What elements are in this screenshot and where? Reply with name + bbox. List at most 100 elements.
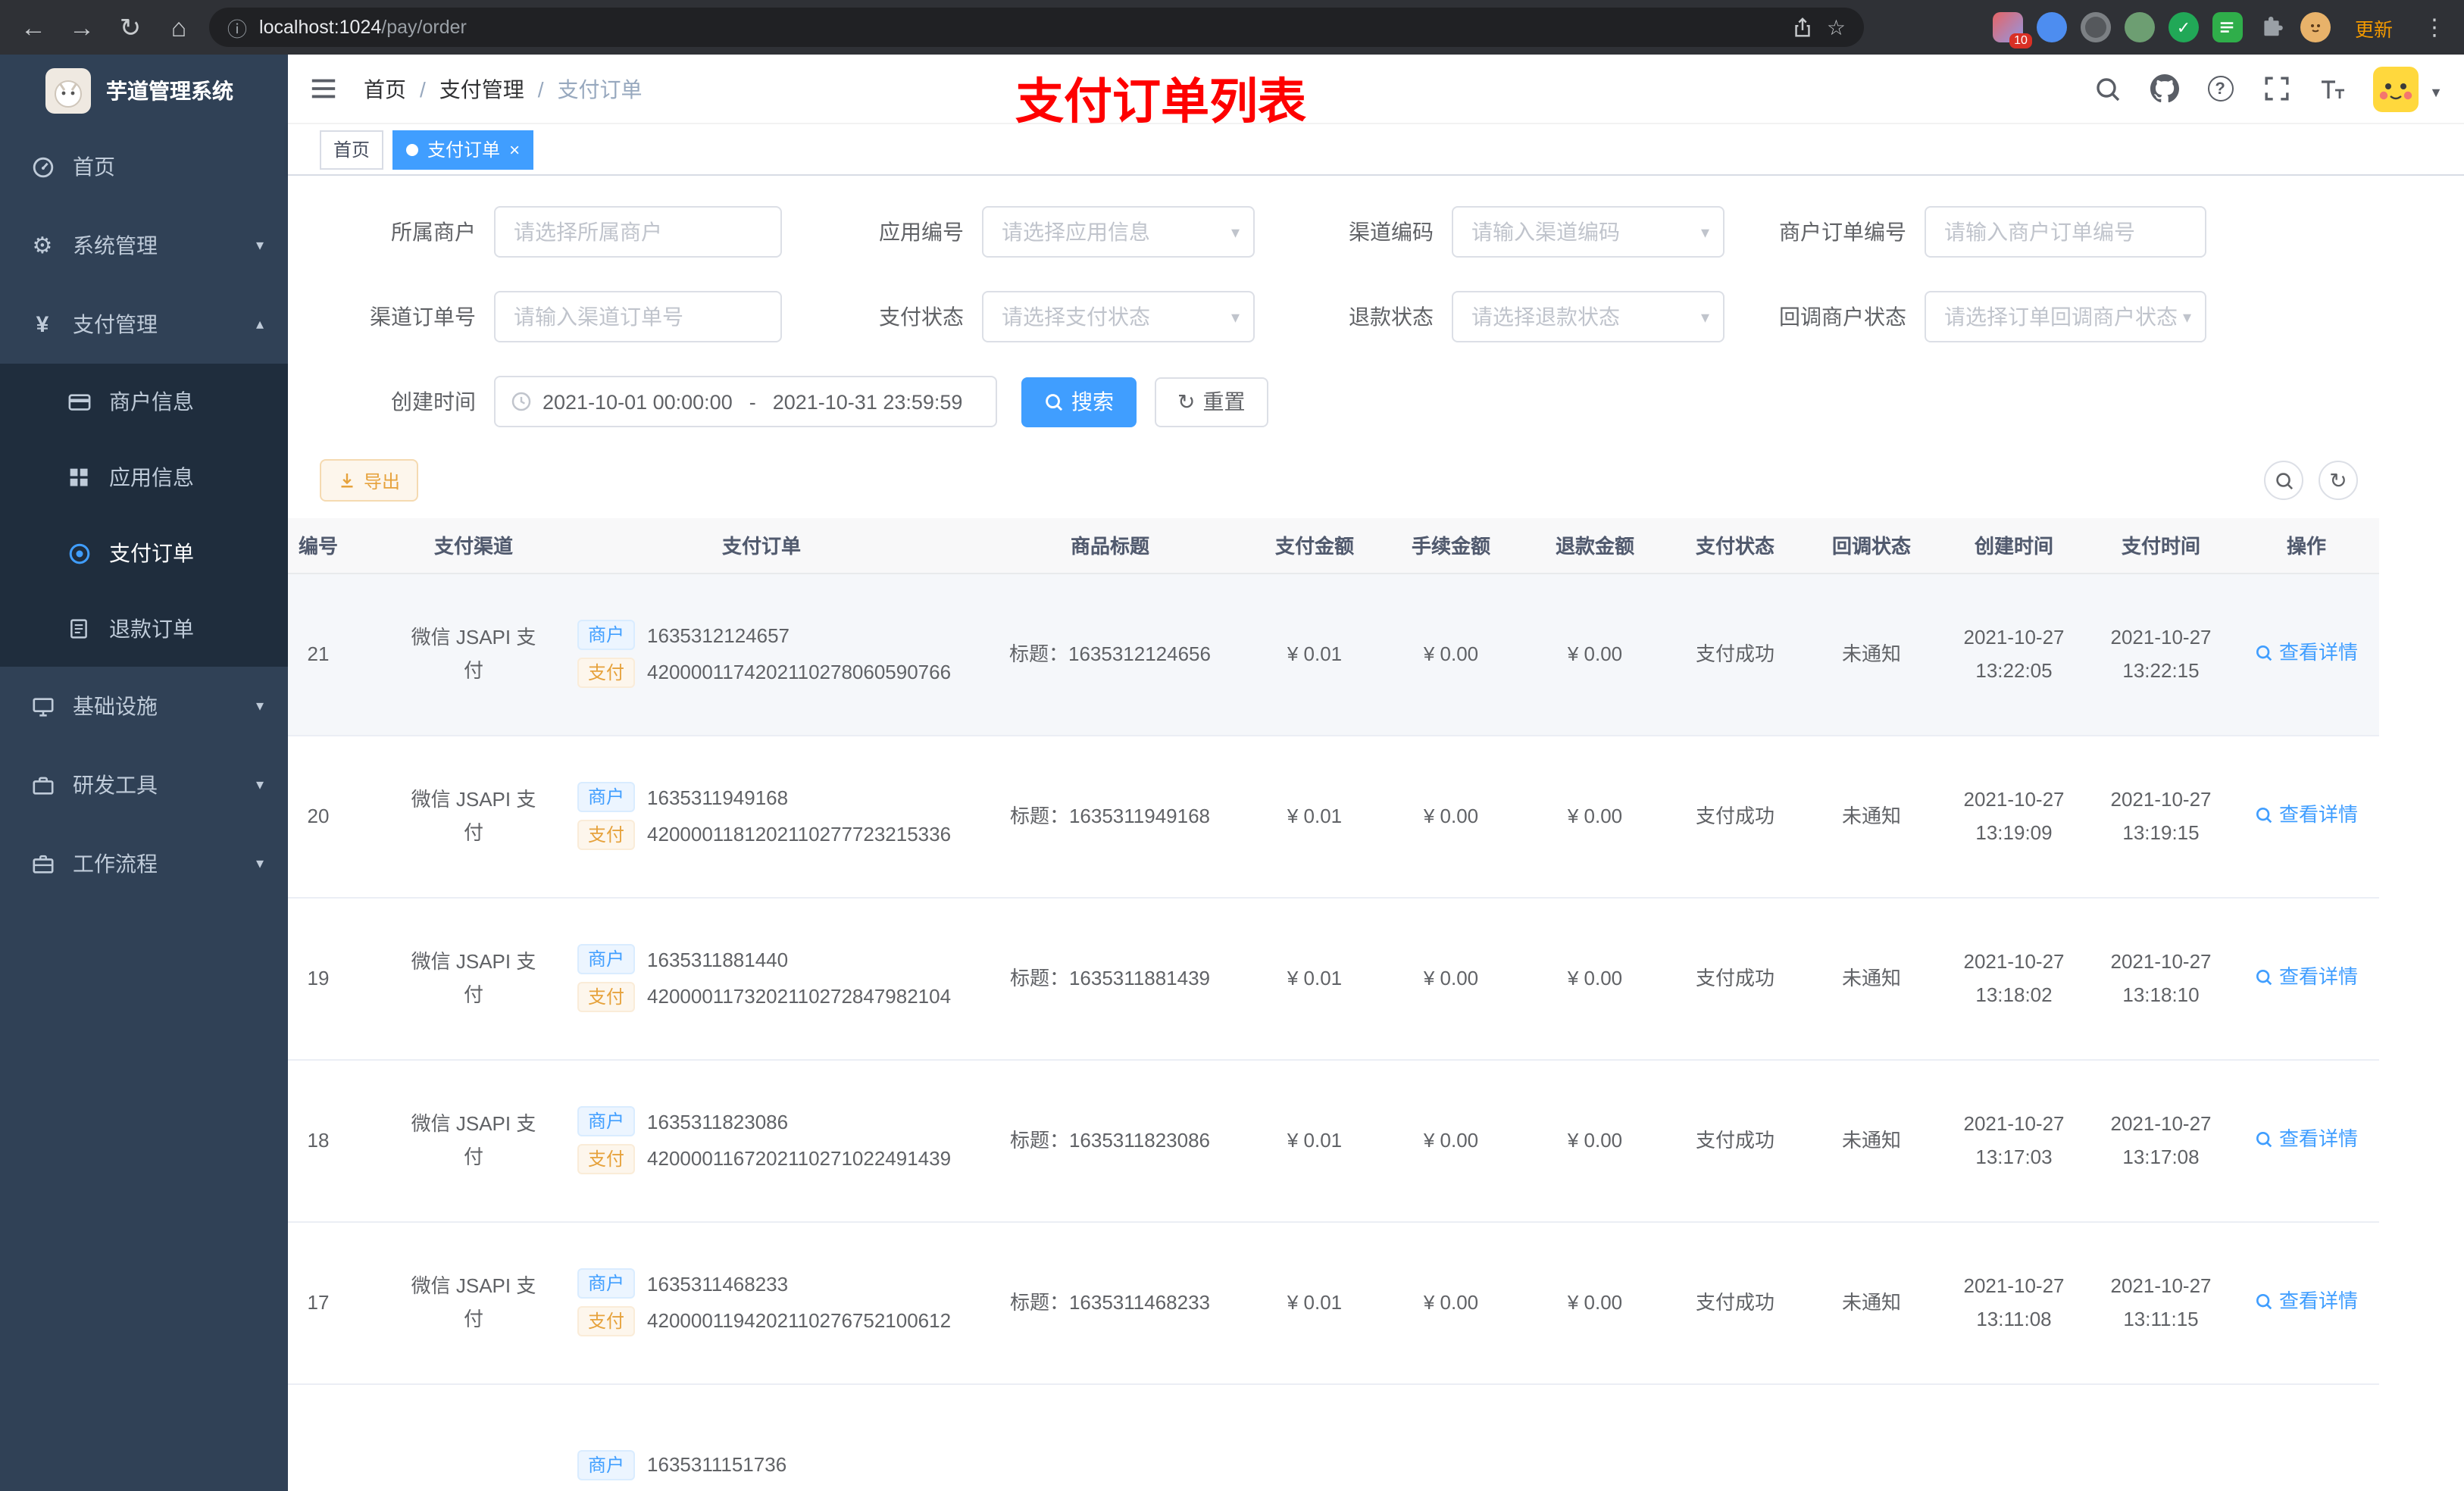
back-icon[interactable]: ← xyxy=(12,6,55,48)
search-button[interactable]: 搜索 xyxy=(1021,377,1137,427)
merchant-tag: 商户 xyxy=(577,620,636,651)
search-icon[interactable] xyxy=(2093,73,2123,104)
sidebar-item-infrastructure[interactable]: 基础设施 ▾ xyxy=(0,667,288,746)
cell-notify: 未通知 xyxy=(1803,897,1940,1060)
sidebar-item-pay-order[interactable]: 支付订单 xyxy=(0,515,288,591)
tab-home[interactable]: 首页 xyxy=(320,130,384,169)
merchant-order-no-input[interactable] xyxy=(1925,206,2206,258)
forward-icon[interactable]: → xyxy=(61,6,103,48)
breadcrumb-separator: / xyxy=(420,77,426,101)
merchant-tag: 商户 xyxy=(577,1268,636,1299)
extension-icon-4[interactable] xyxy=(2124,12,2155,42)
view-detail-link[interactable]: 查看详情 xyxy=(2255,799,2358,831)
browser-menu-icon[interactable]: ⋮ xyxy=(2417,14,2452,41)
user-avatar[interactable] xyxy=(2373,66,2419,111)
cell-create-time: 2021-10-27 13:17:03 xyxy=(1940,1059,2088,1222)
export-button[interactable]: 导出 xyxy=(320,459,419,502)
close-tab-icon[interactable]: × xyxy=(509,140,520,158)
extension-icon-6[interactable] xyxy=(2212,12,2243,42)
extension-icon-3[interactable] xyxy=(2080,12,2111,42)
cell-notify: 未通知 xyxy=(1803,1059,1940,1222)
cell-refund: ¥ 0.00 xyxy=(1523,735,1667,898)
sidebar-item-workflow[interactable]: 工作流程 ▾ xyxy=(0,824,288,903)
view-detail-link[interactable]: 查看详情 xyxy=(2255,1123,2358,1155)
table-tools: ↻ xyxy=(2264,461,2358,500)
github-icon[interactable] xyxy=(2149,73,2179,104)
site-info-icon[interactable]: ⓘ xyxy=(227,13,247,42)
reset-button[interactable]: ↻ 重置 xyxy=(1155,377,1268,427)
refund-status-select[interactable]: 请选择退款状态 ▾ xyxy=(1452,291,1724,342)
cell-status: 支付成功 xyxy=(1667,573,1803,736)
merchant-tag: 商户 xyxy=(577,944,636,975)
refresh-table-icon[interactable]: ↻ xyxy=(2319,461,2358,500)
filter-label-create-time: 创建时间 xyxy=(391,389,476,414)
share-icon[interactable] xyxy=(1792,16,1815,39)
home-icon[interactable]: ⌂ xyxy=(158,6,200,48)
cell-pay-time: 2021-10-27 13:18:10 xyxy=(2088,897,2234,1060)
filter-row-2: 渠道订单号 支付状态 请选择支付状态 ▾ 退款状态 请选择退款状态 xyxy=(320,274,2434,359)
sidebar-item-merchant-info[interactable]: 商户信息 xyxy=(0,364,288,439)
toggle-search-icon[interactable] xyxy=(2264,461,2303,500)
tab-pay-order[interactable]: 支付订单 × xyxy=(392,130,534,169)
merchant-select-input[interactable] xyxy=(494,206,782,258)
cell-create-time: 2021-10-27 13:18:02 xyxy=(1940,897,2088,1060)
extension-icon-2[interactable] xyxy=(2036,12,2067,42)
help-icon[interactable]: ? xyxy=(2205,73,2235,104)
sidebar-item-app-info[interactable]: 应用信息 xyxy=(0,439,288,515)
fullscreen-icon[interactable] xyxy=(2261,73,2291,104)
view-detail-link[interactable]: 查看详情 xyxy=(2255,961,2358,993)
sidebar-item-label: 系统管理 xyxy=(73,233,158,258)
table-toolbar: 导出 ↻ xyxy=(320,459,2434,502)
cell-id: 18 xyxy=(288,1059,394,1222)
cell-actions xyxy=(2234,1383,2379,1491)
table-row: 商户 1635311151736 支付 xyxy=(288,1383,2379,1491)
cell-actions: 查看详情 xyxy=(2234,897,2379,1060)
browser-update-button[interactable]: 更新 xyxy=(2344,8,2403,46)
notify-status-select[interactable]: 请选择订单回调商户状态 ▾ xyxy=(1925,291,2206,342)
channel-code-select[interactable]: 请输入渠道编码 ▾ xyxy=(1452,206,1724,258)
cell-status: 支付成功 xyxy=(1667,897,1803,1060)
cell-title: 标题：1635311949168 xyxy=(970,735,1250,898)
sidebar-toggle-icon[interactable] xyxy=(309,73,339,104)
user-menu-caret-icon[interactable]: ▼ xyxy=(2429,84,2443,99)
channel-order-no-input[interactable] xyxy=(494,291,782,342)
sidebar-item-system[interactable]: ⚙ 系统管理 ▾ xyxy=(0,206,288,285)
browser-profile-avatar[interactable] xyxy=(2300,12,2331,42)
view-detail-label: 查看详情 xyxy=(2278,964,2358,988)
breadcrumb-home[interactable]: 首页 xyxy=(364,73,406,104)
view-detail-link[interactable]: 查看详情 xyxy=(2255,1285,2358,1318)
table-row: 17 微信 JSAPI 支付 商户 1635311468233 支付 42000… xyxy=(288,1221,2379,1384)
view-detail-link[interactable]: 查看详情 xyxy=(2255,636,2358,669)
sidebar-item-home[interactable]: 首页 xyxy=(0,127,288,206)
font-size-icon[interactable] xyxy=(2317,73,2347,104)
gear-icon: ⚙ xyxy=(32,233,53,259)
extension-icon-1[interactable]: 10 xyxy=(1992,12,2032,48)
cell-refund xyxy=(1523,1383,1667,1491)
chevron-down-icon: ▾ xyxy=(255,237,264,254)
yen-icon: ¥ xyxy=(36,311,49,337)
bookmark-star-icon[interactable]: ☆ xyxy=(1827,14,1846,40)
col-fee: 手续金额 xyxy=(1379,518,1523,574)
extensions-puzzle-icon[interactable] xyxy=(2256,12,2287,42)
extension-icon-5[interactable]: ✓ xyxy=(2168,12,2199,42)
url-bar[interactable]: ⓘ localhost:1024/pay/order ☆ xyxy=(209,8,1864,47)
cell-refund: ¥ 0.00 xyxy=(1523,897,1667,1060)
breadcrumb-pay-management[interactable]: 支付管理 xyxy=(439,73,524,104)
create-time-range-picker[interactable]: 2021-10-01 00:00:00 - 2021-10-31 23:59:5… xyxy=(494,376,997,427)
app-logo[interactable]: 芋道管理系统 xyxy=(0,55,288,127)
cell-refund: ¥ 0.00 xyxy=(1523,573,1667,736)
payment-submenu: 商户信息 应用信息 支付订单 退款订单 xyxy=(0,364,288,667)
pay-status-select[interactable]: 请选择支付状态 ▾ xyxy=(982,291,1255,342)
cell-title: 标题：1635311823086 xyxy=(970,1059,1250,1222)
app-header: 首页 / 支付管理 / 支付订单 支付订单列表 ? ▼ xyxy=(288,55,2464,129)
sidebar-item-label: 研发工具 xyxy=(73,773,158,797)
reload-icon[interactable]: ↻ xyxy=(109,6,152,48)
time-icon xyxy=(511,391,532,412)
app-id-select[interactable]: 请选择应用信息 ▾ xyxy=(982,206,1255,258)
sidebar-item-refund-order[interactable]: 退款订单 xyxy=(0,591,288,667)
sidebar-item-payment[interactable]: ¥ 支付管理 ▴ xyxy=(0,285,288,364)
header-actions: ? ▼ xyxy=(2093,66,2443,111)
cell-channel: 微信 JSAPI 支付 xyxy=(394,735,553,898)
sidebar-item-dev-tools[interactable]: 研发工具 ▾ xyxy=(0,746,288,824)
browser-toolbar: ← → ↻ ⌂ ⓘ localhost:1024/pay/order ☆ 10 … xyxy=(0,0,2464,55)
